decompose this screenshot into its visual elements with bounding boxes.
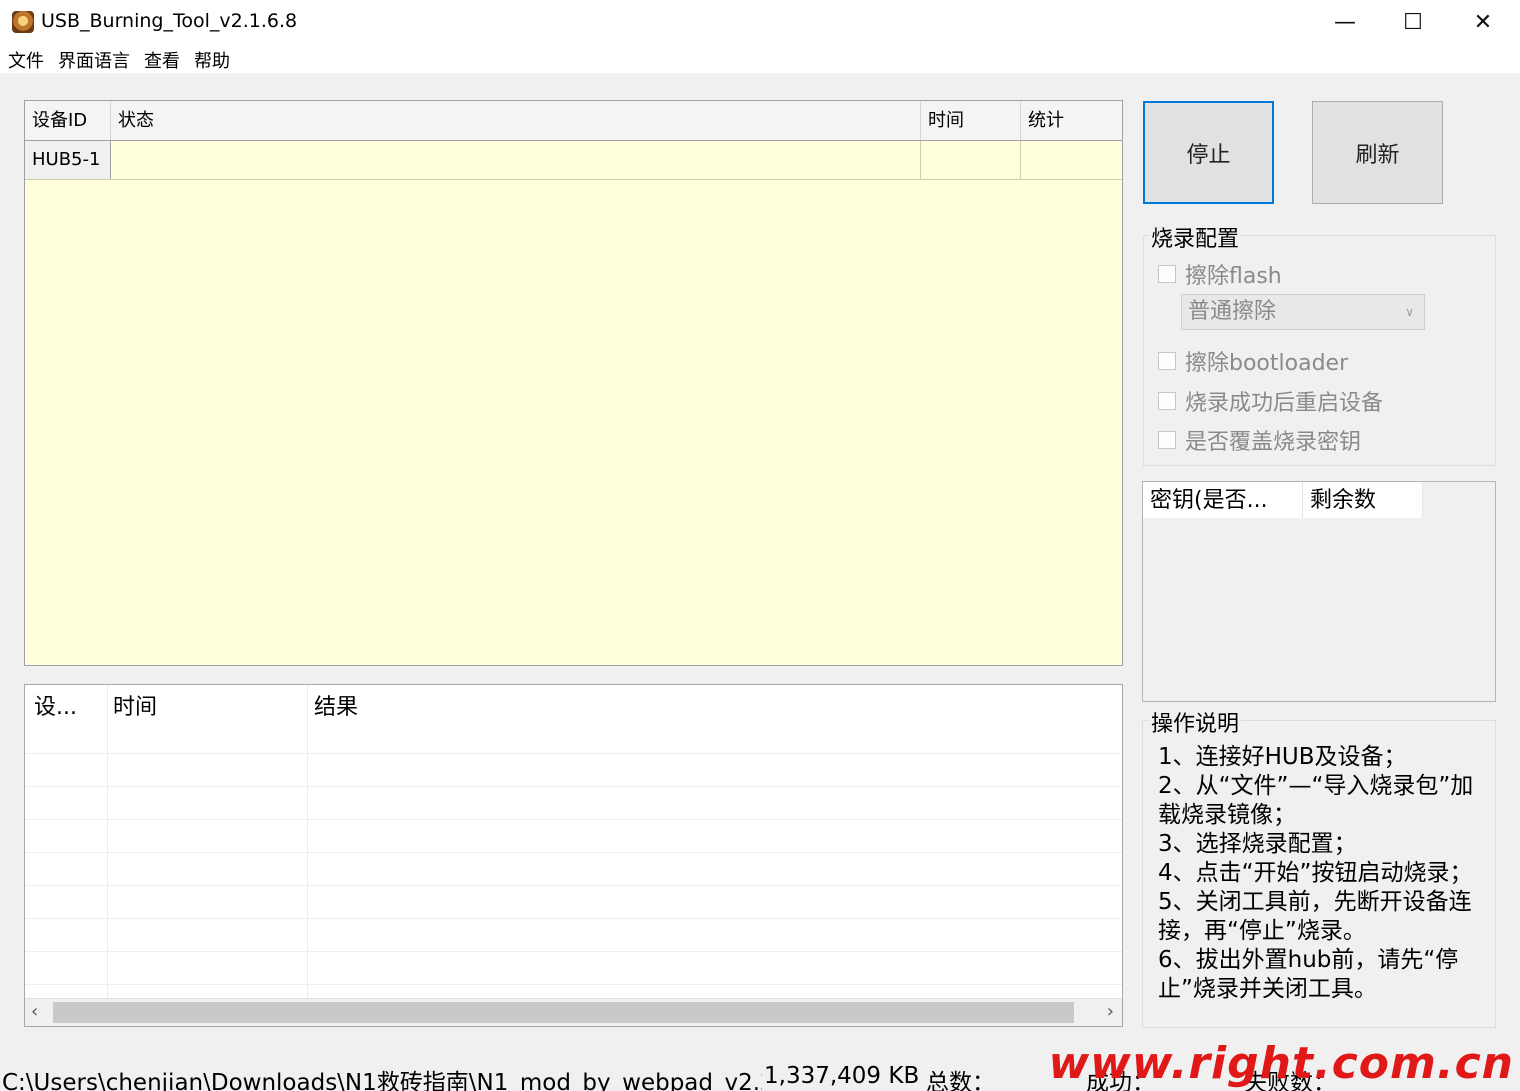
instruction-line: 1、连接好HUB及设备； (1158, 744, 1407, 770)
stop-button[interactable]: 停止 (1143, 101, 1274, 204)
window-title: USB_Burning_Tool_v2.1.6.8 (41, 10, 298, 32)
burn-config-title: 烧录配置 (1149, 221, 1242, 253)
checkbox-box[interactable] (1158, 265, 1176, 283)
maximize-button[interactable]: ☐ (1378, 0, 1448, 44)
header-status[interactable]: 状态 (111, 101, 921, 140)
chevron-down-icon: ∨ (1405, 305, 1414, 319)
device-table[interactable]: 设备ID 状态 时间 统计 HUB5-1 (24, 100, 1123, 666)
scrollbar-thumb[interactable] (53, 1002, 1074, 1023)
minimize-button[interactable]: — (1310, 0, 1380, 44)
refresh-button[interactable]: 刷新 (1312, 101, 1443, 204)
erase-flash-label: 擦除flash (1185, 264, 1282, 289)
erase-mode-value: 普通擦除 (1188, 299, 1277, 324)
header-stats[interactable]: 统计 (1021, 101, 1122, 140)
menu-file[interactable]: 文件 (8, 47, 44, 73)
log-table[interactable]: 设... 时间 结果 ‹ › (24, 684, 1123, 1027)
scroll-right-icon[interactable]: › (1107, 1001, 1114, 1022)
device-table-header: 设备ID 状态 时间 统计 (25, 101, 1122, 141)
erase-bootloader-checkbox[interactable]: 擦除bootloader (1158, 345, 1348, 377)
device-id-cell: HUB5-1 (25, 141, 111, 179)
horizontal-scrollbar[interactable]: ‹ › (25, 998, 1122, 1026)
instruction-line: 6、拔出外置hub前，请先“停止”烧录并关闭工具。 (1158, 947, 1459, 1002)
overwrite-key-label: 是否覆盖烧录密钥 (1185, 430, 1362, 455)
app-icon (12, 11, 34, 33)
instructions-title: 操作说明 (1149, 706, 1242, 738)
key-table-header: 密钥(是否... 剩余数 (1143, 482, 1423, 518)
instruction-line: 2、从“文件”—“导入烧录包”加载烧录镜像； (1158, 773, 1474, 828)
header-log-result[interactable]: 结果 (314, 689, 358, 721)
header-log-time[interactable]: 时间 (113, 689, 157, 721)
table-row[interactable]: HUB5-1 (25, 141, 1122, 180)
menu-help[interactable]: 帮助 (194, 47, 230, 73)
instruction-line: 4、点击“开始”按钮启动烧录； (1158, 860, 1473, 886)
erase-bootloader-label: 擦除bootloader (1185, 351, 1349, 376)
reboot-after-label: 烧录成功后重启设备 (1185, 391, 1384, 416)
menu-language[interactable]: 界面语言 (58, 47, 130, 73)
header-device-id[interactable]: 设备ID (25, 101, 111, 140)
header-log-device[interactable]: 设... (34, 689, 77, 721)
watermark: www.right.com.cn (1048, 1038, 1514, 1089)
erase-flash-checkbox[interactable]: 擦除flash (1158, 258, 1282, 290)
close-button[interactable]: ✕ (1448, 0, 1518, 44)
instruction-line: 3、选择烧录配置； (1158, 831, 1357, 857)
instructions-text: 1、连接好HUB及设备； 2、从“文件”—“导入烧录包”加载烧录镜像； 3、选择… (1158, 743, 1494, 1004)
checkbox-box[interactable] (1158, 392, 1176, 410)
key-table[interactable]: 密钥(是否... 剩余数 (1142, 481, 1496, 702)
overwrite-key-checkbox[interactable]: 是否覆盖烧录密钥 (1158, 424, 1361, 456)
checkbox-box[interactable] (1158, 352, 1176, 370)
instruction-line: 5、关闭工具前，先断开设备连接，再“停止”烧录。 (1158, 889, 1472, 944)
device-stats-cell (1021, 141, 1121, 179)
status-size: 1,337,409 KB (764, 1063, 920, 1089)
status-total: 总数： (926, 1070, 995, 1091)
header-time[interactable]: 时间 (921, 101, 1021, 140)
scroll-left-icon[interactable]: ‹ (31, 1001, 38, 1022)
status-path: C:\Users\chenjian\Downloads\N1救砖指南\N1_mo… (2, 1070, 762, 1091)
checkbox-box[interactable] (1158, 431, 1176, 449)
device-status-cell (111, 141, 921, 179)
title-bar: USB_Burning_Tool_v2.1.6.8 — ☐ ✕ (0, 0, 1520, 44)
header-key[interactable]: 密钥(是否... (1143, 482, 1303, 518)
header-remaining[interactable]: 剩余数 (1303, 482, 1423, 518)
menu-bar: 文件 界面语言 查看 帮助 (0, 44, 1520, 73)
reboot-after-checkbox[interactable]: 烧录成功后重启设备 (1158, 385, 1383, 417)
menu-view[interactable]: 查看 (144, 47, 180, 73)
erase-mode-select[interactable]: 普通擦除 ∨ (1181, 294, 1425, 330)
device-time-cell (921, 141, 1021, 179)
